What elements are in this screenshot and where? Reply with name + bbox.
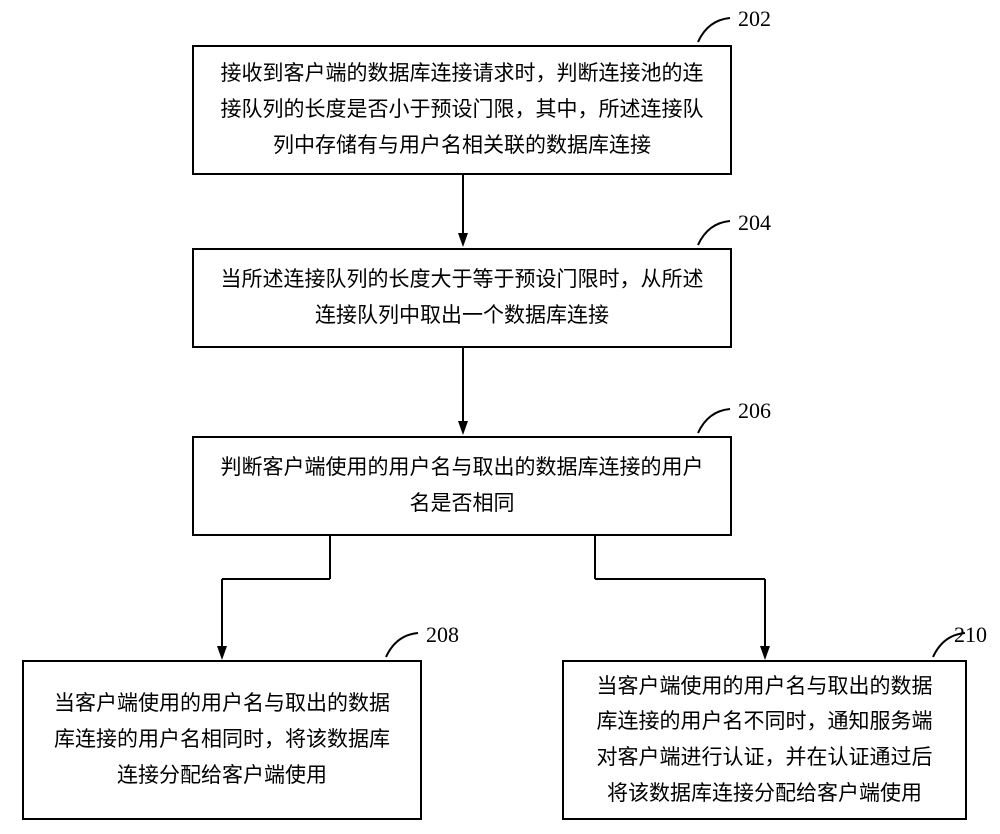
step-label-204: 204 xyxy=(738,210,771,236)
step-box-202: 接收到客户端的数据库连接请求时，判断连接池的连接队列的长度是否小于预设门限，其中… xyxy=(192,45,732,175)
step-text-210: 当客户端使用的用户名与取出的数据库连接的用户名不同时，通知服务端对客户端进行认证… xyxy=(588,669,941,812)
step-text-202: 接收到客户端的数据库连接请求时，判断连接池的连接队列的长度是否小于预设门限，其中… xyxy=(218,56,706,163)
step-text-206: 判断客户端使用的用户名与取出的数据库连接的用户名是否相同 xyxy=(218,450,706,521)
label-tick-206 xyxy=(690,403,738,439)
step-box-206: 判断客户端使用的用户名与取出的数据库连接的用户名是否相同 xyxy=(192,436,732,536)
step-label-206: 206 xyxy=(738,398,771,424)
label-tick-208 xyxy=(378,627,426,663)
step-text-208: 当客户端使用的用户名与取出的数据库连接的用户名相同时，将该数据库连接分配给客户端… xyxy=(48,686,396,793)
branch-arrows xyxy=(0,536,1000,666)
step-box-208: 当客户端使用的用户名与取出的数据库连接的用户名相同时，将该数据库连接分配给客户端… xyxy=(22,660,422,820)
arrow-204-206 xyxy=(458,348,468,438)
step-label-202: 202 xyxy=(738,6,771,32)
step-text-204: 当所述连接队列的长度大于等于预设门限时，从所述连接队列中取出一个数据库连接 xyxy=(218,262,706,333)
step-box-204: 当所述连接队列的长度大于等于预设门限时，从所述连接队列中取出一个数据库连接 xyxy=(192,248,732,348)
label-tick-204 xyxy=(690,215,738,251)
step-box-210: 当客户端使用的用户名与取出的数据库连接的用户名不同时，通知服务端对客户端进行认证… xyxy=(562,660,967,820)
step-label-208: 208 xyxy=(426,622,459,648)
label-tick-202 xyxy=(690,12,738,48)
step-label-210: 210 xyxy=(954,622,987,648)
flowchart-diagram: 202 接收到客户端的数据库连接请求时，判断连接池的连接队列的长度是否小于预设门… xyxy=(0,0,1000,834)
arrow-202-204 xyxy=(458,175,468,250)
